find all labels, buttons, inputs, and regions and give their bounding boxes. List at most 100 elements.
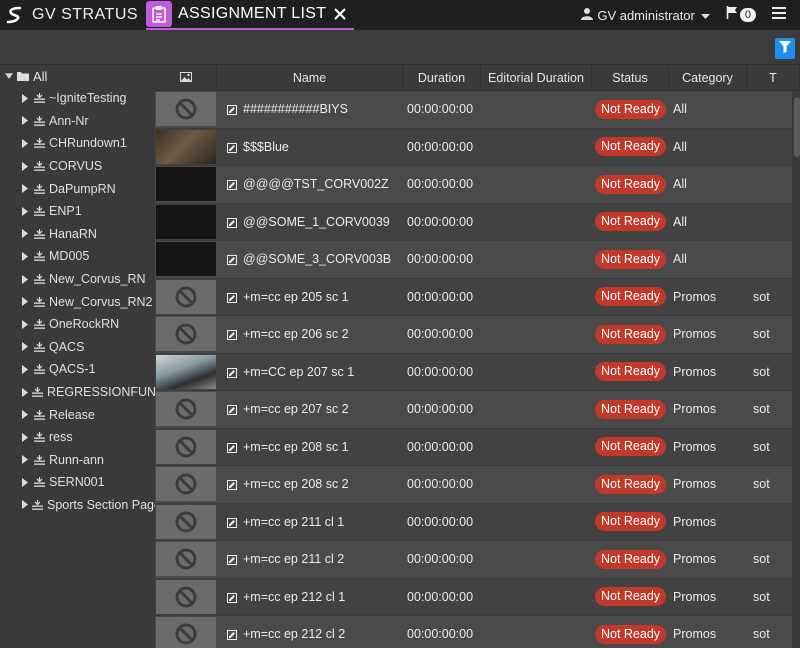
name-cell[interactable]: +m=CC ep 207 sc 1 [217,354,403,391]
name-cell[interactable]: ###########BIYS [217,91,403,128]
table-row[interactable]: +m=cc ep 211 cl 1 00:00:00:00 Not Ready Pro… [155,503,800,541]
edit-icon[interactable] [227,517,237,528]
no-thumbnail-icon[interactable] [156,504,216,539]
column-header-status[interactable]: Status [592,65,669,91]
caret-right-icon[interactable] [22,500,28,510]
caret-right-icon[interactable] [22,251,30,261]
edit-icon[interactable] [227,404,237,416]
sidebar-tree-item[interactable]: CORVUS [0,155,155,178]
caret-right-icon[interactable] [22,116,30,126]
user-menu[interactable]: GV administrator [581,7,710,23]
caret-right-icon[interactable] [22,432,30,442]
hamburger-menu-icon[interactable] [772,6,790,24]
table-row[interactable]: @@SOME_1_CORV0039 00:00:00:00 Not Ready All [155,203,800,241]
table-row[interactable]: +m=CC ep 207 sc 1 00:00:00:00 Not Ready Pro… [155,353,800,391]
no-thumbnail-icon[interactable] [156,467,216,502]
edit-icon[interactable] [227,329,237,341]
thumbnail-column-header[interactable] [155,65,217,91]
name-cell[interactable]: @@SOME_1_CORV0039 [217,204,403,241]
notifications-button[interactable]: 0 [726,6,756,24]
edit-icon[interactable] [227,592,237,603]
name-cell[interactable]: +m=cc ep 208 sc 1 [217,429,403,466]
sidebar-tree-item[interactable]: QACS [0,336,155,359]
brand[interactable]: GV STRATUS [0,0,138,30]
edit-icon[interactable] [227,442,237,453]
table-row[interactable]: @@@@TST_CORV002Z 00:00:00:00 Not Ready All [155,166,800,204]
caret-right-icon[interactable] [22,387,28,397]
name-cell[interactable]: +m=cc ep 212 cl 2 [217,616,403,648]
no-thumbnail-icon[interactable] [156,579,216,614]
thumbnail[interactable] [156,129,216,164]
edit-icon[interactable] [227,179,237,191]
caret-right-icon[interactable] [22,297,30,307]
table-row[interactable]: +m=cc ep 207 sc 2 00:00:00:00 Not Ready Pro… [155,391,800,429]
vertical-scrollbar[interactable] [792,91,800,648]
filter-button[interactable] [775,38,795,59]
table-row[interactable]: +m=cc ep 212 cl 1 00:00:00:00 Not Ready Pro… [155,578,800,616]
sidebar-tree-item[interactable]: ress [0,426,155,449]
name-cell[interactable]: +m=cc ep 206 sc 2 [217,316,403,353]
table-row[interactable]: ###########BIYS 00:00:00:00 Not Ready All [155,91,800,129]
sidebar-tree-item[interactable]: REGRESSIONFUN [0,381,155,404]
caret-right-icon[interactable] [22,206,30,216]
name-cell[interactable]: +m=cc ep 208 sc 2 [217,466,403,503]
thumbnail[interactable] [156,242,216,277]
table-row[interactable]: $$$Blue 00:00:00:00 Not Ready All [155,128,800,166]
no-thumbnail-icon[interactable] [156,392,216,427]
no-thumbnail-icon[interactable] [156,317,216,352]
table-row[interactable]: +m=cc ep 205 sc 1 00:00:00:00 Not Ready Pro… [155,278,800,316]
table-row[interactable]: +m=cc ep 212 cl 2 00:00:00:00 Not Ready Pro… [155,616,800,648]
sidebar-tree-item[interactable]: MD005 [0,245,155,268]
name-cell[interactable]: +m=cc ep 212 cl 1 [217,579,403,616]
sidebar-tree-item[interactable]: Release [0,403,155,426]
edit-icon[interactable] [227,217,237,228]
sidebar-tree-item[interactable]: QACS-1 [0,358,155,381]
sidebar-tree-item[interactable]: Sports Section Page [0,494,155,517]
no-thumbnail-icon[interactable] [156,617,216,648]
table-row[interactable]: +m=cc ep 208 sc 1 00:00:00:00 Not Ready Pro… [155,428,800,466]
edit-icon[interactable] [227,292,237,303]
column-header-category[interactable]: Category [669,65,747,91]
column-header-t[interactable]: T [747,65,800,91]
no-thumbnail-icon[interactable] [156,429,216,464]
caret-down-icon[interactable] [5,71,13,81]
name-cell[interactable]: +m=cc ep 205 sc 1 [217,279,403,316]
sidebar-tree-item[interactable]: SERN001 [0,471,155,494]
table-row[interactable]: +m=cc ep 208 sc 2 00:00:00:00 Not Ready Pro… [155,466,800,504]
sidebar-tree-item[interactable]: DaPumpRN [0,177,155,200]
edit-icon[interactable] [227,629,237,641]
sidebar-tree-item[interactable]: New_Corvus_RN [0,268,155,291]
sidebar-tree-item[interactable]: CHRundown1 [0,132,155,155]
close-icon[interactable] [332,6,348,22]
edit-icon[interactable] [227,479,237,491]
no-thumbnail-icon[interactable] [156,92,216,127]
table-row[interactable]: +m=cc ep 211 cl 2 00:00:00:00 Not Ready Pro… [155,541,800,579]
sidebar-tree-item[interactable]: ENP1 [0,200,155,223]
name-cell[interactable]: @@SOME_3_CORV003B [217,241,403,278]
column-header-duration[interactable]: Duration [403,65,481,91]
sidebar-tree-item[interactable]: OneRockRN [0,313,155,336]
caret-right-icon[interactable] [22,93,30,103]
caret-right-icon[interactable] [22,138,30,148]
table-row[interactable]: +m=cc ep 206 sc 2 00:00:00:00 Not Ready Pro… [155,316,800,354]
table-row[interactable]: @@SOME_3_CORV003B 00:00:00:00 Not Ready All [155,241,800,279]
name-cell[interactable]: +m=cc ep 211 cl 2 [217,541,403,578]
name-cell[interactable]: $$$Blue [217,129,403,166]
sidebar-tree-item[interactable]: Runn-ann [0,449,155,472]
column-header-name[interactable]: Name [217,65,403,91]
caret-right-icon[interactable] [22,229,30,239]
edit-icon[interactable] [227,104,237,116]
edit-icon[interactable] [227,367,237,378]
caret-right-icon[interactable] [22,455,30,465]
thumbnail[interactable] [156,167,216,202]
caret-right-icon[interactable] [22,477,30,487]
tree-root-all[interactable]: All [0,65,155,87]
name-cell[interactable]: +m=cc ep 207 sc 2 [217,391,403,428]
caret-right-icon[interactable] [22,410,30,420]
caret-right-icon[interactable] [22,319,30,329]
column-header-editorial-duration[interactable]: Editorial Duration [481,65,592,91]
caret-right-icon[interactable] [22,161,30,171]
sidebar-tree-item[interactable]: Ann-Nr [0,110,155,133]
thumbnail[interactable] [156,354,216,389]
name-cell[interactable]: +m=cc ep 211 cl 1 [217,504,403,541]
